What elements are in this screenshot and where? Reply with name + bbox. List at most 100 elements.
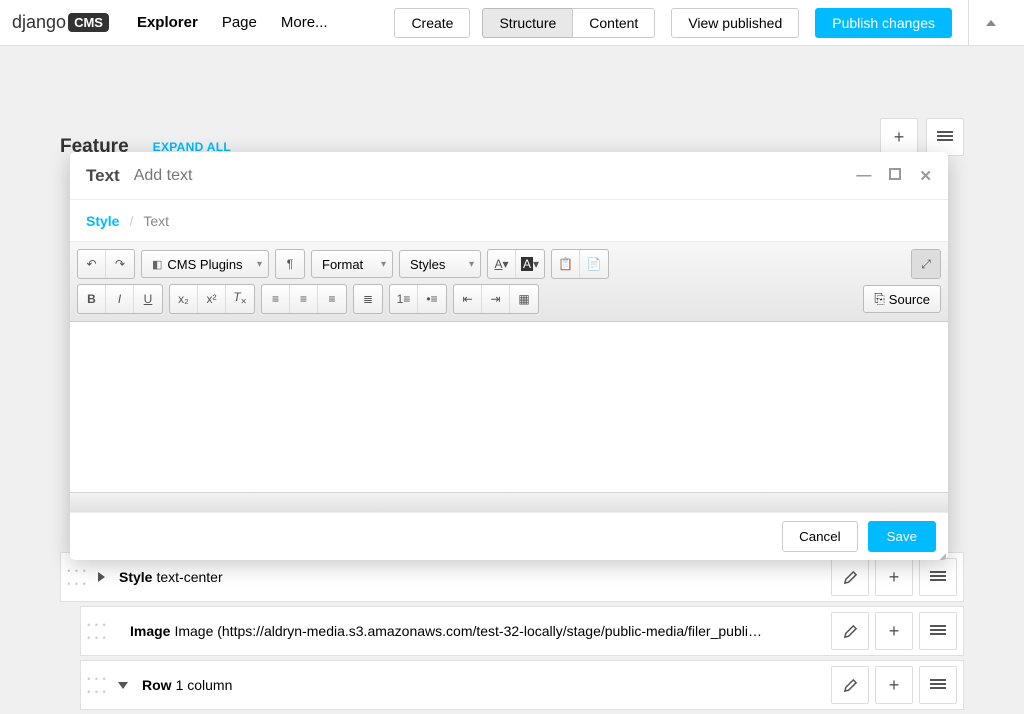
paste-button[interactable]: 📋	[552, 250, 580, 278]
plus-icon: +	[889, 675, 900, 696]
remove-format-icon: T×	[233, 290, 246, 307]
remove-format-button[interactable]: T×	[226, 285, 254, 313]
view-published-button[interactable]: View published	[671, 8, 799, 38]
superscript-button[interactable]: x²	[198, 285, 226, 313]
drag-handle-icon[interactable]	[86, 620, 108, 643]
expand-icon[interactable]	[98, 572, 105, 582]
indent-icon: ⇥	[490, 292, 500, 306]
indent-button[interactable]: ⇥	[482, 285, 510, 313]
plugin-row-image[interactable]: ImageImage (https://aldryn-media.s3.amaz…	[80, 606, 964, 656]
content-mode-button[interactable]: Content	[572, 8, 655, 38]
superscript-icon: x²	[207, 292, 217, 306]
nav-explorer[interactable]: Explorer	[127, 14, 208, 31]
breadcrumb-item-style[interactable]: Style	[86, 213, 119, 229]
ckeditor-toolbar: ↶↷ ◧CMS Plugins ¶ Format Styles A▾A▾ 📋📄 …	[70, 242, 948, 322]
redo-button[interactable]: ↷	[106, 250, 134, 278]
maximize-icon	[889, 168, 901, 180]
bg-color-button[interactable]: A▾	[516, 250, 544, 278]
logo: django CMS	[12, 12, 109, 33]
paste-text-button[interactable]: 📄	[580, 250, 608, 278]
maximize-editor-button[interactable]: ⤢	[912, 250, 940, 278]
pencil-icon	[843, 678, 858, 693]
cms-plugins-label: CMS Plugins	[167, 257, 242, 272]
bold-icon: B	[87, 292, 96, 306]
plus-icon: +	[889, 567, 900, 588]
editor-status-bar	[70, 492, 948, 512]
drag-handle-icon[interactable]	[86, 674, 108, 697]
breadcrumb-item-text[interactable]: Text	[143, 213, 169, 229]
show-blocks-icon: ¶	[287, 257, 293, 271]
text-color-icon: A▾	[494, 257, 508, 271]
main-toolbar: django CMS Explorer Page More... Create …	[0, 0, 1024, 46]
text-color-button[interactable]: A▾	[488, 250, 516, 278]
close-icon: ✕	[919, 168, 932, 185]
outdent-button[interactable]: ⇤	[454, 285, 482, 313]
format-select[interactable]: Format	[311, 250, 393, 278]
styles-select[interactable]: Styles	[399, 250, 481, 278]
save-button[interactable]: Save	[868, 521, 936, 552]
nav-more[interactable]: More...	[271, 14, 338, 31]
italic-button[interactable]: I	[106, 285, 134, 313]
pencil-icon	[843, 624, 858, 639]
paste-icon: 📋	[558, 257, 573, 271]
underline-button[interactable]: U	[134, 285, 162, 313]
edit-plugin-modal: Text Add text — ✕ Style / Text ↶↷ ◧CMS P…	[70, 152, 948, 560]
caret-up-icon	[986, 20, 996, 26]
editor-body[interactable]	[70, 322, 948, 492]
placeholder-menu-button[interactable]	[926, 118, 964, 156]
edit-plugin-button[interactable]	[831, 666, 869, 704]
cms-plugins-select[interactable]: ◧CMS Plugins	[141, 250, 269, 278]
numbered-list-button[interactable]: 1≡	[390, 285, 418, 313]
align-left-icon: ≡	[272, 292, 279, 306]
source-button[interactable]: ⎘ Source	[863, 285, 941, 313]
add-child-button[interactable]: +	[875, 666, 913, 704]
modal-subtitle: Add text	[134, 167, 193, 185]
minimize-button[interactable]: —	[856, 167, 871, 185]
plugin-label: Row1 column	[138, 677, 831, 693]
source-icon: ⎘	[874, 291, 884, 307]
cancel-button[interactable]: Cancel	[782, 521, 858, 552]
structure-mode-button[interactable]: Structure	[482, 8, 573, 38]
align-center-button[interactable]: ≡	[290, 285, 318, 313]
subscript-icon: x₂	[178, 292, 189, 306]
plugin-menu-button[interactable]	[919, 666, 957, 704]
structure-area: Feature EXPAND ALL	[0, 46, 1024, 158]
align-right-button[interactable]: ≡	[318, 285, 346, 313]
create-button[interactable]: Create	[394, 8, 470, 38]
plugin-menu-button[interactable]	[919, 558, 957, 596]
drag-handle-icon[interactable]	[66, 566, 88, 589]
paste-text-icon: 📄	[587, 257, 602, 271]
publish-button[interactable]: Publish changes	[815, 8, 952, 38]
maximize-button[interactable]	[889, 167, 901, 185]
logo-left: django	[12, 12, 66, 33]
maximize-icon: ⤢	[921, 257, 931, 272]
modal-title: Text	[86, 166, 120, 186]
source-label: Source	[889, 292, 930, 307]
add-plugin-button[interactable]: +	[880, 118, 918, 156]
ul-icon: •≡	[426, 292, 437, 306]
add-child-button[interactable]: +	[875, 612, 913, 650]
ol-icon: 1≡	[397, 292, 411, 306]
bold-button[interactable]: B	[78, 285, 106, 313]
bullet-list-button[interactable]: •≡	[418, 285, 446, 313]
plugin-menu-button[interactable]	[919, 612, 957, 650]
plugin-row-row[interactable]: Row1 column +	[80, 660, 964, 710]
underline-icon: U	[144, 292, 153, 306]
add-child-button[interactable]: +	[875, 558, 913, 596]
edit-plugin-button[interactable]	[831, 612, 869, 650]
mode-toggle: Structure Content	[482, 8, 655, 38]
table-button[interactable]: ▦	[510, 285, 538, 313]
edit-plugin-button[interactable]	[831, 558, 869, 596]
collapse-icon[interactable]	[118, 682, 128, 689]
show-blocks-button[interactable]: ¶	[276, 250, 304, 278]
collapse-toolbar-button[interactable]	[968, 0, 1012, 46]
menu-icon	[937, 131, 953, 143]
undo-button[interactable]: ↶	[78, 250, 106, 278]
close-button[interactable]: ✕	[919, 167, 932, 185]
align-left-button[interactable]: ≡	[262, 285, 290, 313]
subscript-button[interactable]: x₂	[170, 285, 198, 313]
pencil-icon	[843, 570, 858, 585]
resize-handle[interactable]: ◢	[939, 554, 946, 559]
nav-page[interactable]: Page	[212, 14, 267, 31]
align-justify-button[interactable]: ≣	[354, 285, 382, 313]
